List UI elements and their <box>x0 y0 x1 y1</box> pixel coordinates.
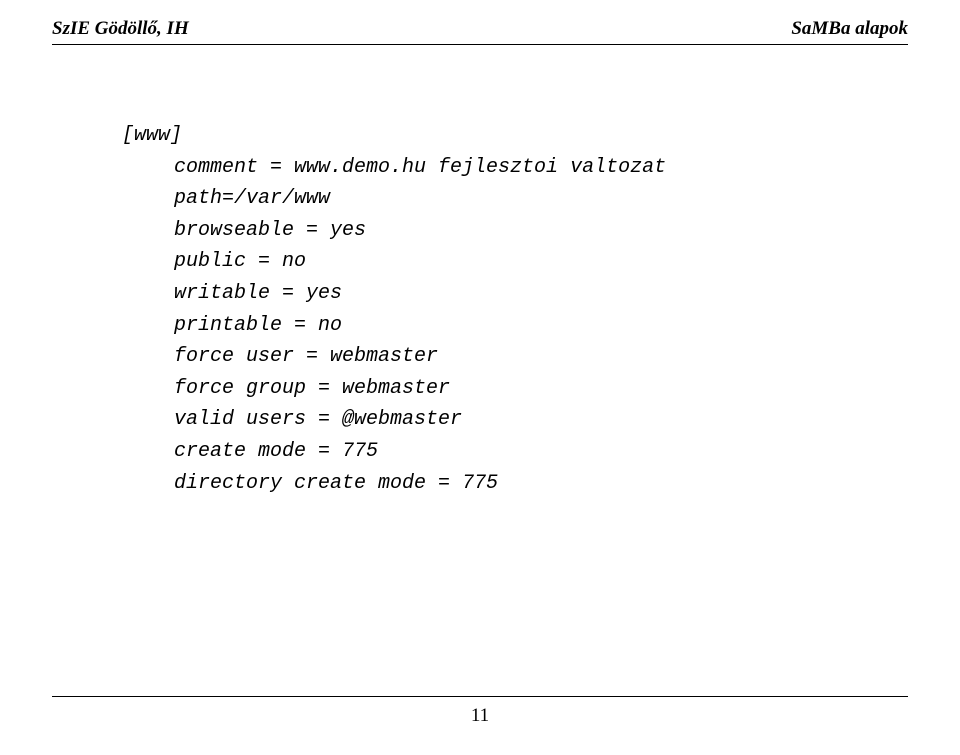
page-header: SzIE Gödöllő, IH SaMBa alapok <box>0 0 960 44</box>
config-line: path=/var/www <box>122 183 908 215</box>
footer-divider <box>52 696 908 697</box>
document-content: [www] comment = www.demo.hu fejlesztoi v… <box>0 45 960 499</box>
config-section: [www] <box>122 120 908 152</box>
header-left: SzIE Gödöllő, IH <box>52 18 189 40</box>
config-line: comment = www.demo.hu fejlesztoi valtoza… <box>122 152 908 184</box>
config-line: valid users = @webmaster <box>122 404 908 436</box>
config-line: public = no <box>122 246 908 278</box>
config-line: directory create mode = 775 <box>122 468 908 500</box>
config-line: create mode = 775 <box>122 436 908 468</box>
config-line: writable = yes <box>122 278 908 310</box>
page-number: 11 <box>52 705 908 727</box>
config-line: force group = webmaster <box>122 373 908 405</box>
header-right: SaMBa alapok <box>791 18 908 40</box>
config-line: printable = no <box>122 310 908 342</box>
config-line: force user = webmaster <box>122 341 908 373</box>
config-line: browseable = yes <box>122 215 908 247</box>
page-footer: 11 <box>0 696 960 727</box>
